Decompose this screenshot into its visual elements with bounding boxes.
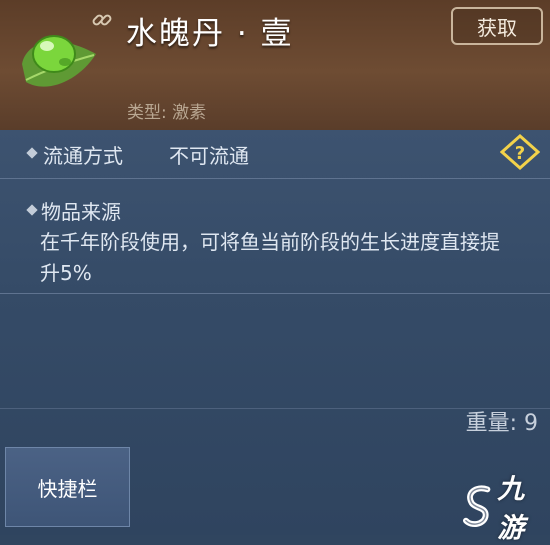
link-icon[interactable] [90,8,114,32]
source-description: 在千年阶段使用，可将鱼当前阶段的生长进度直接提升5% [40,230,500,285]
quickbar-button[interactable]: 快捷栏 [5,447,130,527]
circulation-label: 流通方式 [43,144,123,168]
acquire-button[interactable]: 获取 [451,7,543,45]
source-label: 物品来源 [41,200,121,224]
item-title: 水魄丹 · 壹 [126,16,294,52]
watermark-text: 九游 [497,474,525,544]
help-icon[interactable]: ? [500,134,540,170]
divider [0,178,550,179]
divider [0,293,550,294]
item-weight: 重量: 9 [465,411,538,436]
svg-text:?: ? [515,143,525,164]
item-header: 水魄丹 · 壹 获取 类型: 激素 [0,0,550,130]
jiuyou-logo-icon [462,485,491,527]
green-pill-leaf-icon [22,35,96,87]
circulation-value: 不可流通 [169,144,249,168]
watermark: 九游 [462,474,550,544]
item-type: 类型: 激素 [127,103,207,123]
